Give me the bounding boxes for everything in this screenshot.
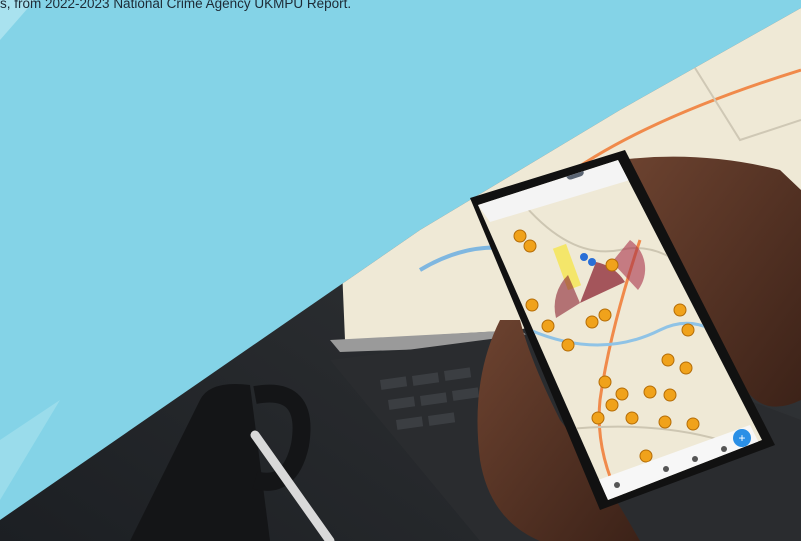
map-marker[interactable] (598, 308, 612, 322)
map-marker[interactable] (525, 298, 539, 312)
report-caption: s, from 2022-2023 National Crime Agency … (0, 0, 352, 11)
map-marker[interactable] (615, 387, 629, 401)
nav-map-icon[interactable] (692, 456, 698, 462)
smartphone: + (470, 150, 775, 510)
map-marker[interactable] (681, 323, 695, 337)
map-marker[interactable] (585, 315, 599, 329)
map-marker[interactable] (605, 258, 619, 272)
map-marker[interactable] (541, 319, 555, 333)
add-icon: + (738, 431, 745, 445)
map-marker[interactable] (639, 449, 653, 463)
nav-profile-icon[interactable] (721, 446, 727, 452)
map-marker[interactable] (643, 385, 657, 399)
location-pin-icon[interactable] (580, 253, 588, 261)
map-marker[interactable] (513, 229, 527, 243)
map-marker[interactable] (561, 338, 575, 352)
map-marker[interactable] (605, 398, 619, 412)
nav-home-icon[interactable] (614, 482, 620, 488)
map-marker[interactable] (663, 388, 677, 402)
map-marker[interactable] (673, 303, 687, 317)
nav-search-icon[interactable] (663, 466, 669, 472)
map-marker[interactable] (686, 417, 700, 431)
map-marker[interactable] (523, 239, 537, 253)
map-marker[interactable] (591, 411, 605, 425)
map-marker[interactable] (679, 361, 693, 375)
location-pin-icon[interactable] (588, 258, 596, 266)
map-marker[interactable] (658, 415, 672, 429)
map-marker[interactable] (598, 375, 612, 389)
map-marker[interactable] (661, 353, 675, 367)
map-marker[interactable] (625, 411, 639, 425)
